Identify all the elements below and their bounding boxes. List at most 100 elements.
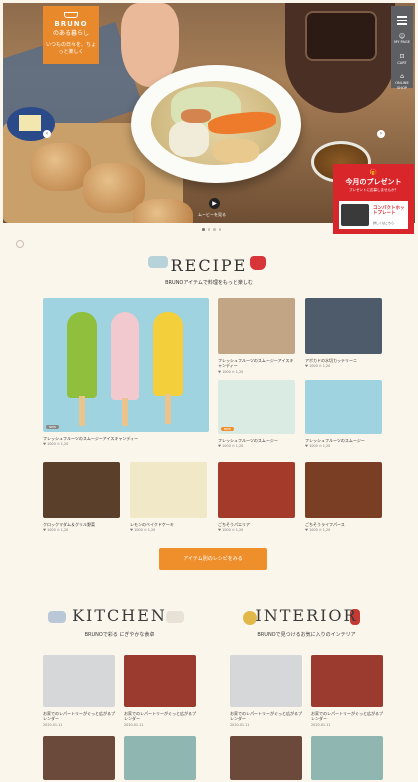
slider-prev-icon[interactable]: ‹ bbox=[43, 130, 51, 138]
hotplate-image bbox=[341, 204, 369, 226]
pot-icon bbox=[64, 12, 78, 18]
card-caption: フレッシュフルーツのスムージーアイスキャンディー bbox=[43, 436, 139, 441]
recipe-card[interactable]: NEW フレッシュフルーツのスムージー ♥ 1000 ⊙ 1,20 bbox=[218, 380, 295, 448]
recipe-card[interactable]: ごちそうライフパース ♥ 1000 ⊙ 1,20 bbox=[305, 462, 382, 532]
bread bbox=[31, 143, 91, 191]
steak-image bbox=[230, 736, 302, 780]
kitchen-card[interactable] bbox=[43, 736, 115, 780]
logo-text: BRUNO bbox=[54, 20, 88, 28]
card-meta: ♥ 1000 ⊙ 1,20 bbox=[43, 442, 69, 447]
recipe-card[interactable]: アボカドの水切カッテリーニ ♥ 1000 ⊙ 1,20 bbox=[305, 298, 382, 368]
interior-header: INTERIOR BRUNOで見つけるお気に入りのインテリア bbox=[230, 606, 383, 638]
card-caption: レモンのベイクドケーキ bbox=[130, 522, 174, 527]
interior-card[interactable] bbox=[230, 736, 302, 780]
recipe-featured-card[interactable]: NEW フレッシュフルーツのスムージーアイスキャンディー ♥ 1000 ⊙ 1,… bbox=[43, 298, 209, 446]
new-tag: NEW bbox=[46, 425, 60, 429]
salad-image bbox=[311, 736, 383, 780]
kitchen-card[interactable]: お家でのレパートリーがぐっと広がるプレンダー 2020.01.11 bbox=[43, 655, 115, 727]
slider-dots[interactable] bbox=[202, 228, 221, 231]
card-caption: お家でのレパートリーがぐっと広がるプレンダー bbox=[43, 711, 115, 722]
card-caption: フレッシュフルーツのスムージー bbox=[305, 438, 365, 443]
card-caption: ごちそうライフパース bbox=[305, 522, 345, 527]
card-caption: アボカドの水切カッテリーニ bbox=[305, 358, 357, 363]
sausage bbox=[181, 109, 211, 123]
kitchen-title: KITCHEN bbox=[72, 606, 167, 625]
side-menu: ☺ MY PAGE ⊡ CART ⌂ ONLINE SHOP bbox=[391, 6, 413, 90]
recipe-image bbox=[218, 462, 295, 518]
recipe-title: RECIPE bbox=[170, 256, 248, 275]
recipe-card[interactable]: クロックマダム＆グリル野菜 ♥ 1000 ⊙ 1,20 bbox=[43, 462, 120, 532]
recipe-image bbox=[43, 462, 120, 518]
salad-image bbox=[124, 736, 196, 780]
promo-product[interactable]: コンパクトホットプレート 詳しくはこちら bbox=[339, 201, 408, 229]
interior-card[interactable]: お家でのレパートリーがぐっと広がるプレンダー 2020.01.11 bbox=[230, 655, 302, 727]
recipe-image: NEW bbox=[218, 380, 295, 434]
card-meta: 2020.01.11 bbox=[311, 722, 331, 727]
card-meta: ♥ 1000 ⊙ 1,20 bbox=[218, 444, 244, 449]
card-caption: お家でのレパートリーがぐっと広がるプレンダー bbox=[311, 711, 383, 722]
cutlery-image bbox=[43, 655, 115, 707]
card-caption: クロックマダム＆グリル野菜 bbox=[43, 522, 95, 527]
card-meta: ♥ 1000 ⊙ 1,20 bbox=[305, 364, 331, 369]
card-meta: ♥ 1000 ⊙ 1,20 bbox=[218, 528, 244, 533]
recipe-card[interactable]: フレッシュフルーツのスムージー ♥ 1000 ⊙ 1,20 bbox=[305, 380, 382, 448]
present-banner[interactable]: 🎁 今月のプレゼント プレゼントに応募しませんか？ コンパクトホットプレート 詳… bbox=[333, 164, 414, 234]
kitchen-card[interactable]: お家でのレパートリーがぐっと広がるプレンダー 2020.01.11 bbox=[124, 655, 196, 727]
recipe-image bbox=[305, 298, 382, 354]
interior-card[interactable] bbox=[311, 736, 383, 780]
turnip bbox=[169, 121, 209, 157]
promo-cta[interactable]: 詳しくはこちら bbox=[373, 221, 394, 225]
recipe-header: RECIPE BRUNOアイテムで料理をもっと楽しむ bbox=[0, 256, 418, 286]
gift-icon: 🎁 bbox=[369, 169, 378, 176]
promo-product-name: コンパクトホットプレート bbox=[373, 206, 405, 217]
card-meta: ♥ 1000 ⊙ 1,20 bbox=[305, 444, 331, 449]
kitchen-card[interactable] bbox=[124, 736, 196, 780]
food-image bbox=[311, 655, 383, 707]
recipe-card[interactable]: フレッシュフルーツのスムージーアイスキャンディー ♥ 1000 ⊙ 1,20 bbox=[218, 298, 295, 374]
pressure-cooker bbox=[285, 3, 395, 113]
card-caption: お家でのレパートリーがぐっと広がるプレンダー bbox=[124, 711, 196, 722]
brand-logo[interactable]: BRUNO のある暮らし いつもの日々を、ちょっと楽しく bbox=[43, 6, 99, 64]
kitchen-header: KITCHEN BRUNOで彩る にぎやかな食卓 bbox=[43, 606, 196, 638]
recipe-image bbox=[130, 462, 207, 518]
card-meta: 2020.01.11 bbox=[43, 722, 63, 727]
menu-shop[interactable]: ⌂ ONLINE SHOP bbox=[391, 73, 413, 90]
card-caption: ごちそうパエリア bbox=[218, 522, 250, 527]
recipe-card[interactable]: ごちそうパエリア ♥ 1000 ⊙ 1,20 bbox=[218, 462, 295, 532]
recipe-subtitle: BRUNOアイテムで料理をもっと楽しむ bbox=[165, 280, 253, 286]
card-caption: フレッシュフルーツのスムージーアイスキャンディー bbox=[218, 358, 294, 369]
promo-subtitle: プレゼントに応募しませんか？ bbox=[349, 188, 398, 192]
card-meta: ♥ 1000 ⊙ 1,20 bbox=[43, 528, 69, 533]
card-meta: ♥ 1000 ⊙ 1,20 bbox=[130, 528, 156, 533]
scroll-indicator-icon bbox=[16, 240, 24, 248]
recipe-list-button[interactable]: アイテム別のレシピをみる bbox=[159, 548, 267, 570]
promo-title: 今月のプレゼント bbox=[345, 178, 402, 186]
slider-next-icon[interactable]: › bbox=[377, 130, 385, 138]
hamburger-icon[interactable] bbox=[391, 6, 413, 25]
kitchen-subtitle: BRUNOで彩る にぎやかな食卓 bbox=[84, 632, 155, 638]
card-meta: ♥ 1000 ⊙ 1,20 bbox=[218, 369, 244, 374]
recipe-image bbox=[305, 380, 382, 434]
play-label[interactable]: ムービーを見る bbox=[198, 212, 226, 218]
logo-subtext: のある暮らし bbox=[52, 29, 89, 37]
menu-mypage[interactable]: ☺ MY PAGE bbox=[391, 33, 413, 45]
potato bbox=[213, 139, 259, 163]
card-meta: 2020.01.11 bbox=[230, 722, 250, 727]
card-meta: ♥ 1000 ⊙ 1,20 bbox=[305, 528, 331, 533]
popsicle-image: NEW bbox=[43, 298, 209, 432]
steak-image bbox=[43, 736, 115, 780]
interior-card[interactable]: お家でのレパートリーがぐっと広がるプレンダー 2020.01.11 bbox=[311, 655, 383, 727]
card-caption: フレッシュフルーツのスムージー bbox=[218, 438, 278, 443]
recipe-image bbox=[305, 462, 382, 518]
recipe-image bbox=[218, 298, 295, 354]
cutlery-image bbox=[230, 655, 302, 707]
menu-cart[interactable]: ⊡ CART bbox=[391, 53, 413, 65]
interior-title: INTERIOR bbox=[255, 606, 358, 625]
interior-subtitle: BRUNOで見つけるお気に入りのインテリア bbox=[257, 632, 356, 638]
recipe-card[interactable]: レモンのベイクドケーキ ♥ 1000 ⊙ 1,20 bbox=[130, 462, 207, 532]
food-image bbox=[124, 655, 196, 707]
play-icon[interactable]: ▶ bbox=[209, 198, 220, 209]
card-meta: 2020.01.11 bbox=[124, 722, 144, 727]
card-caption: お家でのレパートリーがぐっと広がるプレンダー bbox=[230, 711, 302, 722]
logo-tagline: いつもの日々を、ちょっと楽しく bbox=[46, 42, 97, 56]
